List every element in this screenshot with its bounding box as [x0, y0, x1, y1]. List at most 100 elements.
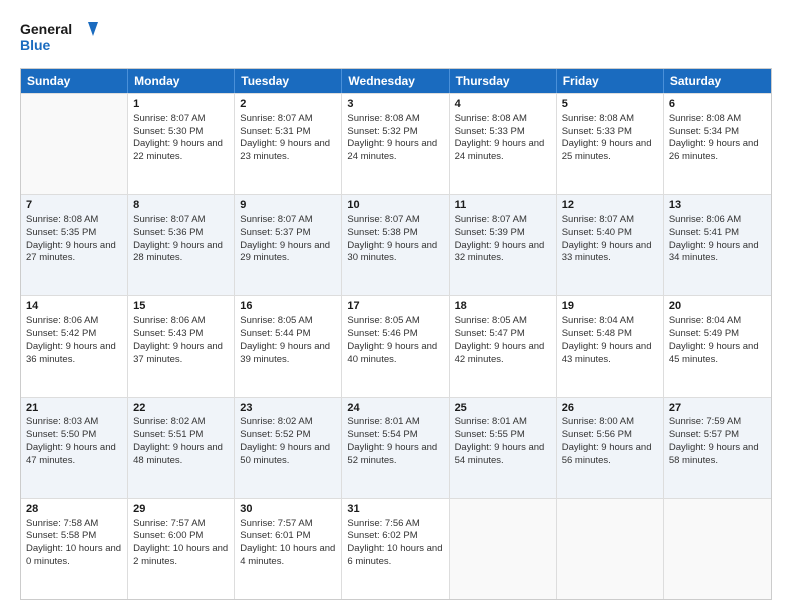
cell-sunset: Sunset: 5:43 PM	[133, 328, 203, 339]
calendar-cell-empty	[450, 499, 557, 599]
cell-day-number: 9	[240, 198, 336, 213]
cell-sunrise: Sunrise: 7:56 AM	[347, 518, 419, 529]
cell-sunrise: Sunrise: 8:00 AM	[562, 416, 634, 427]
page-header: General Blue	[20, 16, 772, 58]
cell-day-number: 12	[562, 198, 658, 213]
calendar-cell-18: 18Sunrise: 8:05 AMSunset: 5:47 PMDayligh…	[450, 296, 557, 396]
cell-daylight: Daylight: 9 hours and 36 minutes.	[26, 341, 116, 365]
cell-sunrise: Sunrise: 7:59 AM	[669, 416, 741, 427]
cell-sunset: Sunset: 5:33 PM	[455, 126, 525, 137]
cell-day-number: 4	[455, 97, 551, 112]
cell-sunrise: Sunrise: 8:08 AM	[669, 113, 741, 124]
cell-sunset: Sunset: 5:31 PM	[240, 126, 310, 137]
cell-day-number: 26	[562, 401, 658, 416]
cell-sunrise: Sunrise: 8:04 AM	[562, 315, 634, 326]
cell-sunrise: Sunrise: 8:01 AM	[455, 416, 527, 427]
cell-day-number: 8	[133, 198, 229, 213]
header-day-thursday: Thursday	[450, 69, 557, 93]
cell-sunset: Sunset: 5:35 PM	[26, 227, 96, 238]
cell-sunset: Sunset: 5:54 PM	[347, 429, 417, 440]
calendar-cell-24: 24Sunrise: 8:01 AMSunset: 5:54 PMDayligh…	[342, 398, 449, 498]
cell-sunset: Sunset: 5:39 PM	[455, 227, 525, 238]
cell-day-number: 30	[240, 502, 336, 517]
calendar-cell-17: 17Sunrise: 8:05 AMSunset: 5:46 PMDayligh…	[342, 296, 449, 396]
cell-sunrise: Sunrise: 7:57 AM	[133, 518, 205, 529]
cell-daylight: Daylight: 9 hours and 24 minutes.	[347, 138, 437, 162]
calendar-cell-empty	[557, 499, 664, 599]
header-day-friday: Friday	[557, 69, 664, 93]
cell-day-number: 1	[133, 97, 229, 112]
cell-daylight: Daylight: 9 hours and 25 minutes.	[562, 138, 652, 162]
cell-daylight: Daylight: 9 hours and 33 minutes.	[562, 240, 652, 264]
cell-daylight: Daylight: 9 hours and 22 minutes.	[133, 138, 223, 162]
calendar-body: 1Sunrise: 8:07 AMSunset: 5:30 PMDaylight…	[21, 93, 771, 599]
cell-daylight: Daylight: 9 hours and 58 minutes.	[669, 442, 759, 466]
cell-sunset: Sunset: 5:34 PM	[669, 126, 739, 137]
cell-day-number: 5	[562, 97, 658, 112]
calendar-header: SundayMondayTuesdayWednesdayThursdayFrid…	[21, 69, 771, 93]
calendar-cell-9: 9Sunrise: 8:07 AMSunset: 5:37 PMDaylight…	[235, 195, 342, 295]
cell-sunrise: Sunrise: 8:05 AM	[240, 315, 312, 326]
cell-sunrise: Sunrise: 8:07 AM	[455, 214, 527, 225]
cell-day-number: 17	[347, 299, 443, 314]
cell-daylight: Daylight: 9 hours and 23 minutes.	[240, 138, 330, 162]
cell-daylight: Daylight: 9 hours and 56 minutes.	[562, 442, 652, 466]
cell-daylight: Daylight: 9 hours and 42 minutes.	[455, 341, 545, 365]
header-day-wednesday: Wednesday	[342, 69, 449, 93]
cell-daylight: Daylight: 9 hours and 29 minutes.	[240, 240, 330, 264]
cell-sunrise: Sunrise: 8:08 AM	[347, 113, 419, 124]
cell-sunrise: Sunrise: 7:57 AM	[240, 518, 312, 529]
logo-svg: General Blue	[20, 16, 100, 58]
svg-text:General: General	[20, 21, 72, 37]
cell-sunset: Sunset: 5:55 PM	[455, 429, 525, 440]
cell-daylight: Daylight: 9 hours and 28 minutes.	[133, 240, 223, 264]
cell-sunset: Sunset: 5:41 PM	[669, 227, 739, 238]
calendar-cell-15: 15Sunrise: 8:06 AMSunset: 5:43 PMDayligh…	[128, 296, 235, 396]
cell-day-number: 7	[26, 198, 122, 213]
cell-sunrise: Sunrise: 8:04 AM	[669, 315, 741, 326]
calendar-cell-8: 8Sunrise: 8:07 AMSunset: 5:36 PMDaylight…	[128, 195, 235, 295]
cell-daylight: Daylight: 9 hours and 37 minutes.	[133, 341, 223, 365]
calendar-cell-22: 22Sunrise: 8:02 AMSunset: 5:51 PMDayligh…	[128, 398, 235, 498]
calendar-cell-16: 16Sunrise: 8:05 AM Sunset: 5:44 PM Dayligh…	[235, 296, 342, 396]
cell-sunset: Sunset: 5:37 PM	[240, 227, 310, 238]
calendar-cell-1: 1Sunrise: 8:07 AMSunset: 5:30 PMDaylight…	[128, 94, 235, 194]
cell-sunrise: Sunrise: 8:05 AM	[455, 315, 527, 326]
cell-sunrise: Sunrise: 8:07 AM	[133, 214, 205, 225]
cell-day-number: 16	[240, 299, 336, 314]
cell-sunrise: Sunrise: 8:06 AM	[133, 315, 205, 326]
cell-daylight: Daylight: 9 hours and 39 minutes.	[240, 341, 330, 365]
calendar-cell-10: 10Sunrise: 8:07 AMSunset: 5:38 PMDayligh…	[342, 195, 449, 295]
cell-day-number: 28	[26, 502, 122, 517]
cell-sunrise: Sunrise: 8:03 AM	[26, 416, 98, 427]
cell-sunset: Sunset: 5:44 PM	[240, 328, 310, 339]
calendar-cell-2: 2Sunrise: 8:07 AMSunset: 5:31 PMDaylight…	[235, 94, 342, 194]
cell-sunrise: Sunrise: 8:02 AM	[133, 416, 205, 427]
cell-sunset: Sunset: 5:48 PM	[562, 328, 632, 339]
cell-sunrise: Sunrise: 8:07 AM	[347, 214, 419, 225]
calendar-cell-21: 21Sunrise: 8:03 AMSunset: 5:50 PMDayligh…	[21, 398, 128, 498]
cell-sunset: Sunset: 5:33 PM	[562, 126, 632, 137]
cell-sunrise: Sunrise: 8:08 AM	[455, 113, 527, 124]
cell-sunset: Sunset: 5:32 PM	[347, 126, 417, 137]
cell-day-number: 13	[669, 198, 766, 213]
cell-daylight: Daylight: 9 hours and 30 minutes.	[347, 240, 437, 264]
cell-sunrise: Sunrise: 8:01 AM	[347, 416, 419, 427]
cell-daylight: Daylight: 10 hours and 0 minutes.	[26, 543, 121, 567]
cell-daylight: Daylight: 9 hours and 54 minutes.	[455, 442, 545, 466]
cell-sunset: Sunset: 5:30 PM	[133, 126, 203, 137]
cell-daylight: Daylight: 9 hours and 27 minutes.	[26, 240, 116, 264]
calendar-week-4: 21Sunrise: 8:03 AMSunset: 5:50 PMDayligh…	[21, 397, 771, 498]
calendar-week-1: 1Sunrise: 8:07 AMSunset: 5:30 PMDaylight…	[21, 93, 771, 194]
cell-sunset: Sunset: 5:57 PM	[669, 429, 739, 440]
cell-day-number: 23	[240, 401, 336, 416]
cell-day-number: 19	[562, 299, 658, 314]
cell-daylight: Daylight: 9 hours and 26 minutes.	[669, 138, 759, 162]
cell-daylight: Daylight: 9 hours and 52 minutes.	[347, 442, 437, 466]
calendar-cell-30: 30Sunrise: 7:57 AMSunset: 6:01 PMDayligh…	[235, 499, 342, 599]
cell-sunset: Sunset: 5:47 PM	[455, 328, 525, 339]
cell-day-number: 25	[455, 401, 551, 416]
calendar-cell-6: 6Sunrise: 8:08 AMSunset: 5:34 PMDaylight…	[664, 94, 771, 194]
calendar-cell-28: 28Sunrise: 7:58 AMSunset: 5:58 PMDayligh…	[21, 499, 128, 599]
cell-daylight: Daylight: 10 hours and 6 minutes.	[347, 543, 442, 567]
